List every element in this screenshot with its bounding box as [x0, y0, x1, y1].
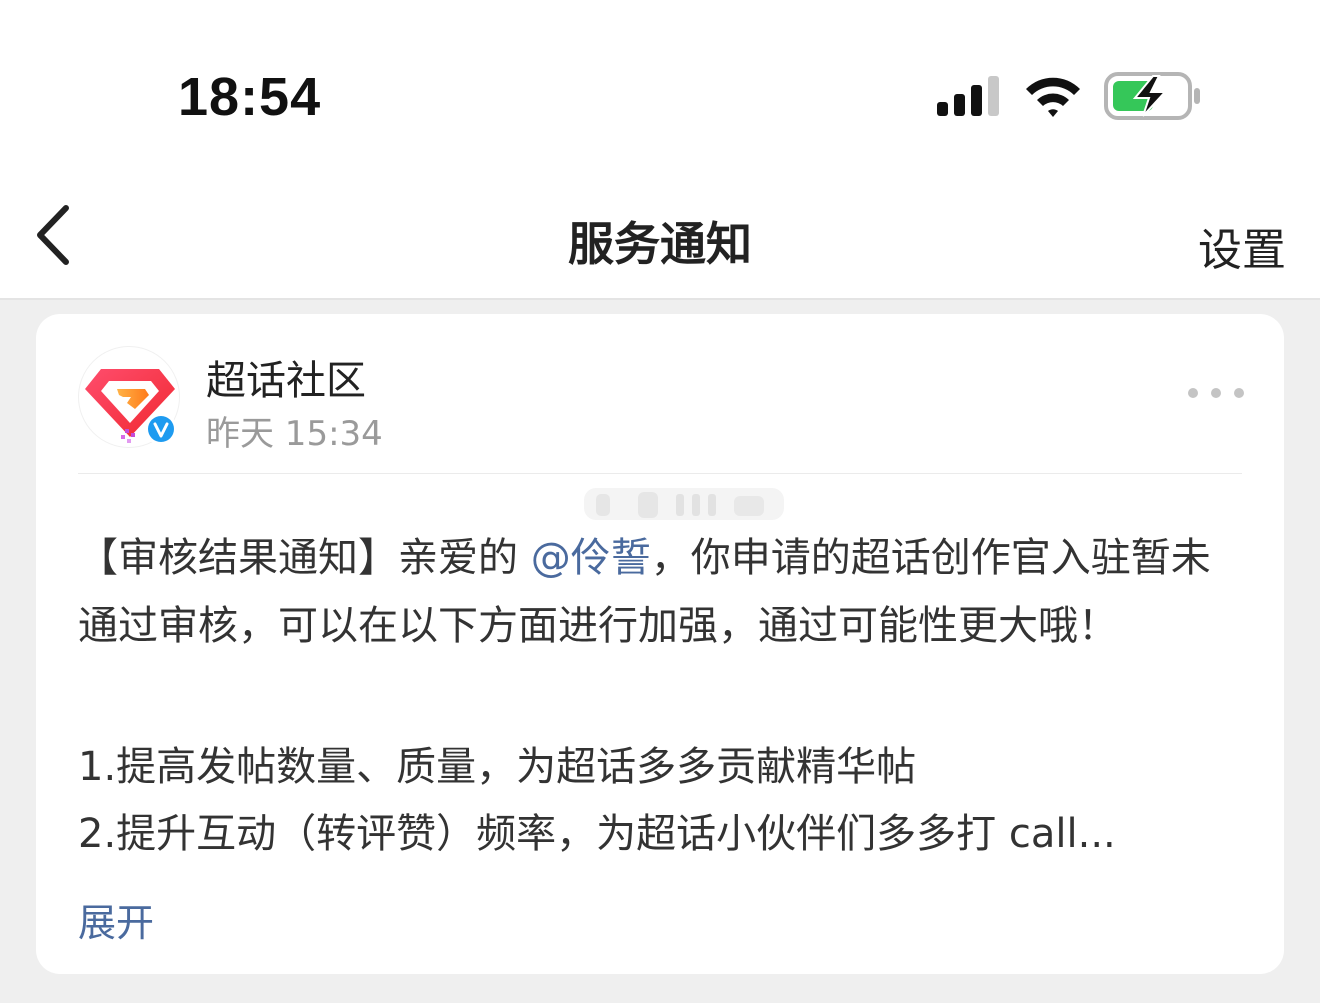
settings-button[interactable]: 设置 — [1198, 214, 1286, 278]
status-bar: 18:54 — [0, 0, 1320, 170]
expand-link[interactable]: 展开 — [78, 892, 154, 947]
sender-name[interactable]: 超话社区 — [206, 348, 366, 406]
cellular-signal-icon — [937, 76, 999, 116]
message-prefix: 【审核结果通知】亲爱的 — [78, 535, 531, 581]
message-timestamp: 昨天 15:34 — [206, 414, 383, 454]
message-body: 【审核结果通知】亲爱的 @伶誓，你申请的超话创作官入驻暂未通过审核，可以在以下方… — [78, 524, 1248, 660]
page-title: 服务通知 — [568, 217, 752, 271]
battery-charging-icon — [1104, 72, 1200, 120]
mention-link[interactable]: @伶誓 — [531, 535, 651, 581]
card-divider — [78, 473, 1242, 474]
message-item: 2.提升互动（转评赞）频率，为超话小伙伴们多多打 call... — [78, 811, 1116, 857]
more-options-icon[interactable] — [1186, 386, 1246, 400]
message-item: 1.提高发帖数量、质量，为超话多多贡献精华帖 — [78, 744, 917, 790]
notification-card[interactable]: 超话社区 昨天 15:34 【审核结果通知】亲爱的 @伶誓，你申请的超话创作官入… — [36, 314, 1284, 974]
verified-badge-icon — [145, 413, 177, 445]
redacted-watermark — [584, 488, 784, 520]
wifi-icon — [1026, 77, 1080, 117]
status-time: 18:54 — [178, 67, 322, 127]
navigation-bar: 服务通知 设置 — [0, 170, 1320, 300]
